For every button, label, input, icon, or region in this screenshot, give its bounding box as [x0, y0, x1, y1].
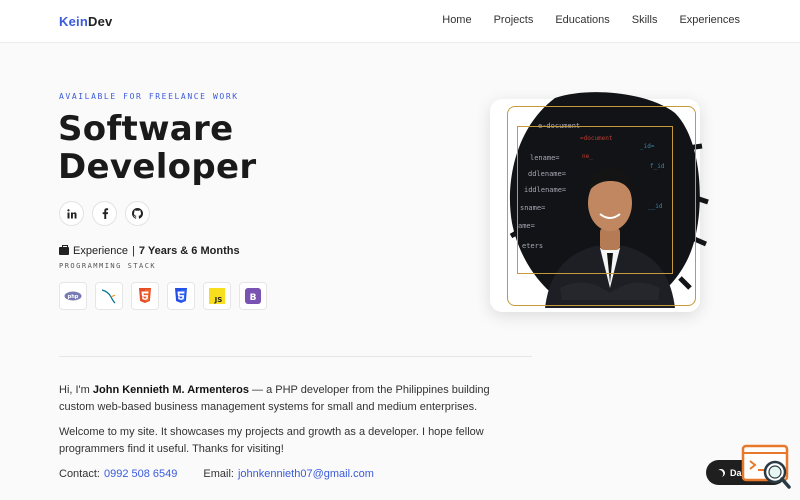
title-line-1: Software — [58, 109, 234, 149]
contact-spacer — [181, 468, 199, 480]
bootstrap-icon: B — [239, 282, 267, 310]
experience-label: Experience — [73, 245, 129, 257]
nav-educations[interactable]: Educations — [555, 14, 609, 26]
svg-text:JS: JS — [214, 296, 223, 304]
briefcase-icon — [59, 245, 69, 255]
brand-part1: Kein — [59, 14, 88, 29]
linkedin-icon[interactable] — [59, 201, 84, 226]
javascript-icon: JS — [203, 282, 231, 310]
facebook-icon[interactable] — [92, 201, 117, 226]
nav-skills[interactable]: Skills — [632, 14, 658, 26]
html5-icon — [131, 282, 159, 310]
experience-summary: Experience | 7 Years & 6 Months — [59, 245, 240, 257]
author-name: John Kennieth M. Armenteros — [92, 384, 249, 396]
phone-link[interactable]: 0992 508 6549 — [104, 468, 177, 480]
nav-projects[interactable]: Projects — [494, 14, 534, 26]
availability-eyebrow: AVAILABLE FOR FREELANCE WORK — [59, 92, 239, 101]
stack-label: PROGRAMMING STACK — [59, 262, 157, 270]
contact-label: Contact: — [59, 468, 100, 480]
github-icon[interactable] — [125, 201, 150, 226]
brand-logo[interactable]: KeinDev — [59, 14, 112, 29]
code-search-icon[interactable] — [740, 444, 792, 490]
php-icon: php — [59, 282, 87, 310]
nav-experiences[interactable]: Experiences — [679, 14, 740, 26]
programming-stack: php JS B — [59, 282, 267, 310]
moon-icon — [716, 467, 727, 478]
section-divider — [59, 356, 532, 357]
page-title: Software Developer — [58, 110, 256, 186]
mysql-icon — [95, 282, 123, 310]
photo-frame-inner — [517, 126, 673, 274]
welcome-paragraph: Welcome to my site. It showcases my proj… — [59, 426, 484, 455]
css3-icon — [167, 282, 195, 310]
email-label: Email: — [203, 468, 234, 480]
nav-home[interactable]: Home — [442, 14, 471, 26]
social-links — [59, 201, 150, 226]
experience-value: 7 Years & 6 Months — [138, 245, 240, 257]
svg-text:php: php — [68, 294, 79, 300]
about-section: Hi, I'm John Kennieth M. Armenteros — a … — [59, 382, 499, 466]
brand-part2: Dev — [87, 14, 113, 29]
intro-paragraph: Hi, I'm John Kennieth M. Armenteros — a … — [59, 382, 499, 416]
title-line-2: Developer — [58, 147, 257, 187]
navbar: KeinDev Home Projects Educations Skills … — [0, 0, 800, 43]
contact-info: Contact: 0992 508 6549 Email: johnkennie… — [59, 468, 374, 480]
experience-separator: | — [132, 245, 135, 257]
intro-prefix: Hi, I'm — [59, 384, 93, 396]
email-link[interactable]: johnkennieth07@gmail.com — [238, 468, 374, 480]
svg-text:B: B — [250, 293, 257, 303]
nav-links: Home Projects Educations Skills Experien… — [420, 14, 740, 26]
